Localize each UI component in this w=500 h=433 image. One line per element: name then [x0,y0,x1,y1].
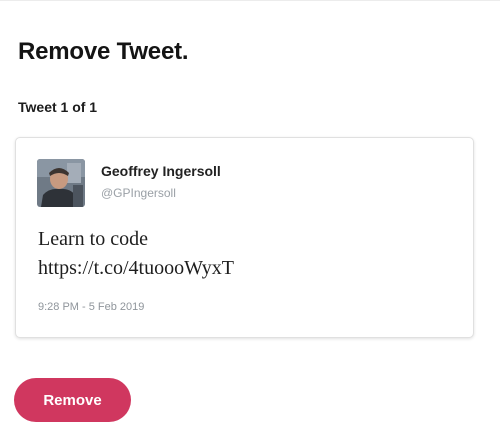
page-title: Remove Tweet. [18,38,189,65]
author-name[interactable]: Geoffrey Ingersoll [101,163,221,179]
user-photo-icon [37,159,85,207]
avatar [37,159,85,207]
top-divider [0,0,500,1]
tweet-text-line: Learn to code [38,228,148,250]
tweet-link[interactable]: https://t.co/4tuoooWyxT [38,254,458,283]
remove-button[interactable]: Remove [14,378,131,422]
tweet-text: Learn to code https://t.co/4tuoooWyxT [38,225,458,283]
tweet-card: Geoffrey Ingersoll @GPIngersoll Learn to… [15,137,474,338]
author-handle[interactable]: @GPIngersoll [101,186,176,200]
tweet-timestamp[interactable]: 9:28 PM - 5 Feb 2019 [38,301,144,313]
tweet-counter: Tweet 1 of 1 [18,99,98,115]
